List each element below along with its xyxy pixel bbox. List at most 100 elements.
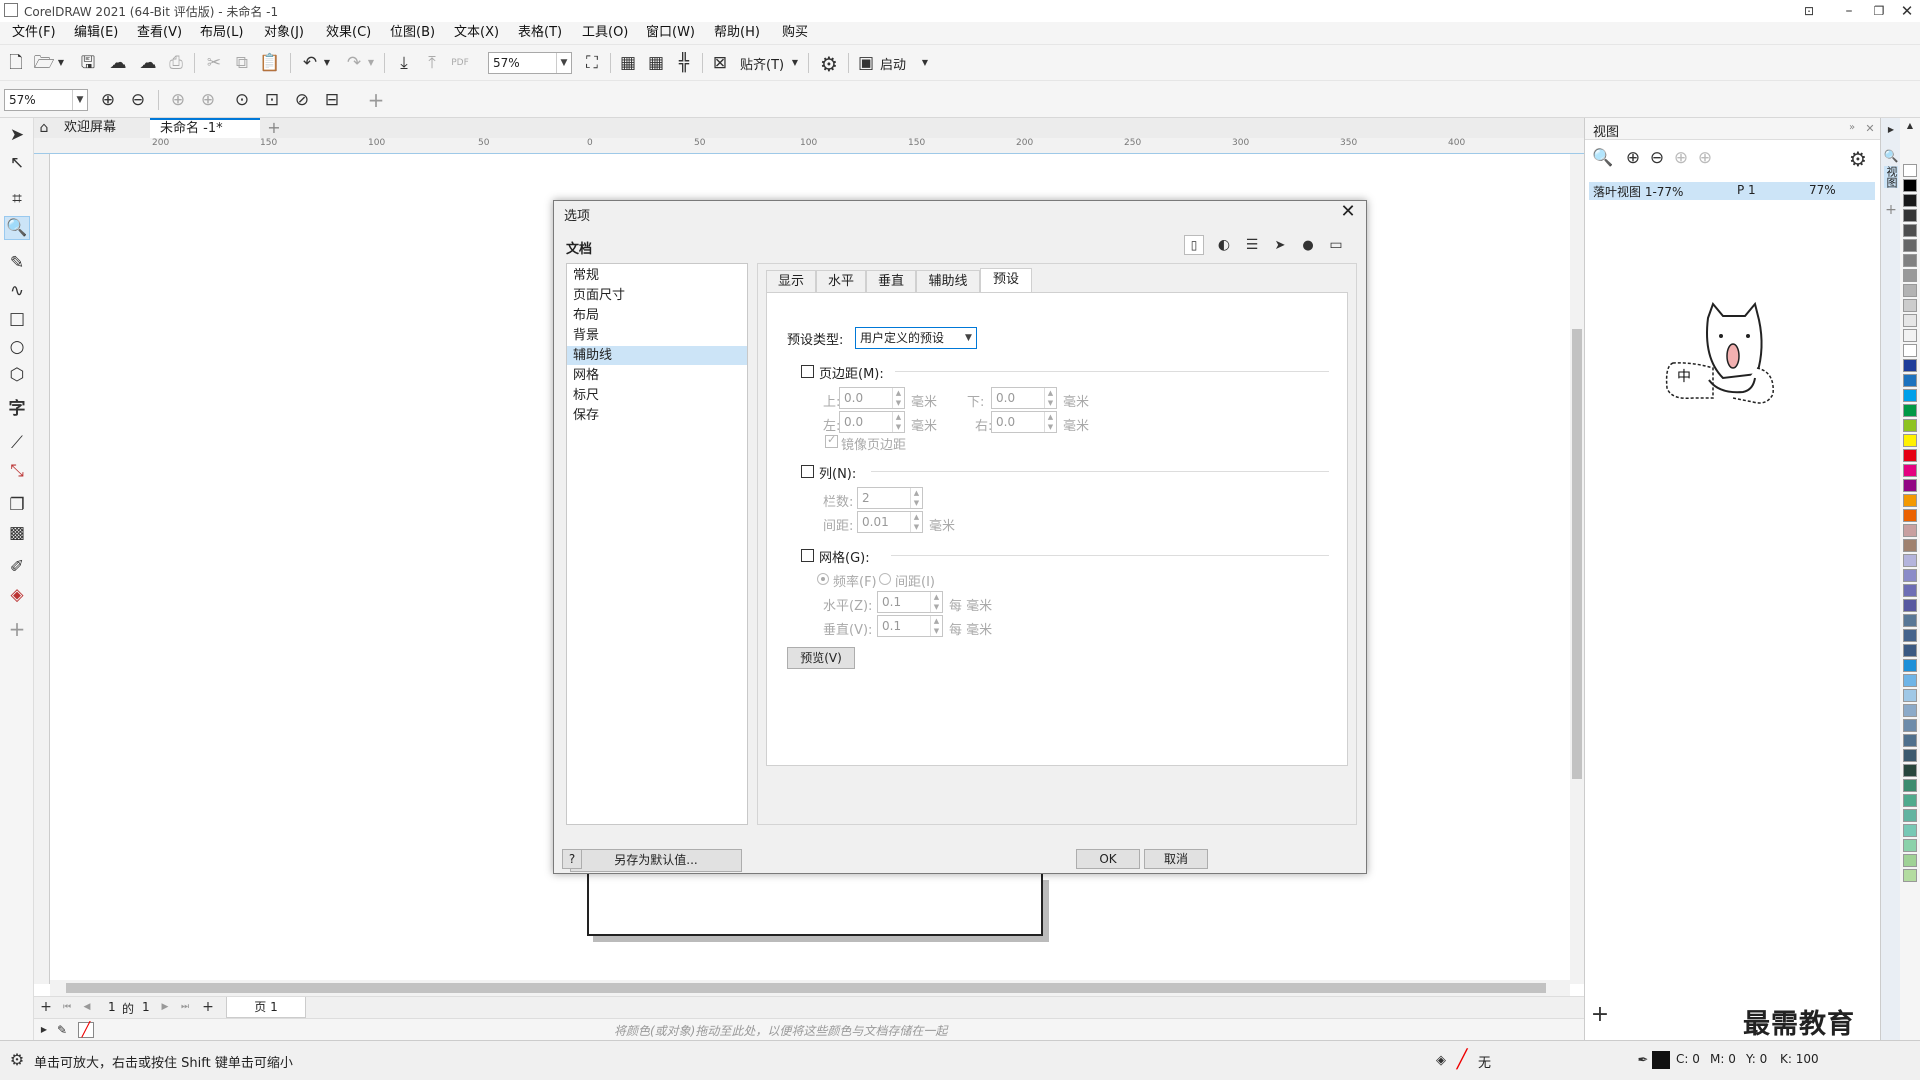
previous-page-icon[interactable]: ◀ [80, 999, 94, 1015]
redo-icon[interactable]: ↷ [344, 53, 364, 73]
cut-icon[interactable]: ✂ [204, 53, 224, 73]
color-swatch[interactable] [1903, 164, 1917, 177]
tree-item-grid[interactable]: 网格 [567, 366, 747, 385]
color-swatch[interactable] [1903, 479, 1917, 492]
publish-pdf-icon[interactable]: PDF [450, 53, 470, 73]
spin-icon[interactable]: ▲ ▼ [910, 488, 922, 508]
show-rulers-icon[interactable]: ▦ [618, 53, 638, 73]
last-page-icon[interactable]: ⏭ [178, 999, 192, 1015]
rectangle-tool-icon[interactable]: □ [6, 308, 28, 330]
no-fill-icon[interactable]: ╱ [1452, 1051, 1472, 1069]
color-swatch[interactable] [1903, 494, 1917, 507]
freehand-tool-icon[interactable]: ✎ [6, 252, 28, 274]
color-swatch[interactable] [1903, 839, 1917, 852]
zoom-in-icon[interactable]: ⊕ [1623, 148, 1643, 168]
color-swatch[interactable] [1903, 269, 1917, 282]
connector-tool-icon[interactable]: ⤡ [6, 460, 28, 482]
snap-to-dropdown[interactable]: 贴齐(T) [740, 54, 784, 73]
zoom-page-height-icon[interactable]: ⊟ [322, 90, 342, 110]
vertical-ruler[interactable] [34, 154, 50, 984]
grid-interval-radio[interactable] [879, 573, 891, 585]
columns-checkbox[interactable] [801, 465, 814, 478]
zoom-out-icon[interactable]: ⊖ [1647, 148, 1667, 168]
redo-dropdown-icon[interactable]: ▼ [366, 53, 376, 73]
fill-bucket-icon[interactable]: ◈ [1432, 1051, 1450, 1069]
color-swatch[interactable] [1903, 344, 1917, 357]
tools-pointer-icon[interactable]: ➤ [1270, 235, 1290, 255]
color-swatch[interactable] [1903, 614, 1917, 627]
color-swatch[interactable] [1903, 629, 1917, 642]
color-swatch[interactable] [1903, 584, 1917, 597]
margin-left-input[interactable]: 0.0 ▲ ▼ [839, 411, 905, 433]
no-color-swatch[interactable]: ╱ [78, 1022, 94, 1038]
tree-item-rulers[interactable]: 标尺 [567, 386, 747, 405]
grid-frequency-radio[interactable] [817, 573, 829, 585]
full-screen-preview-icon[interactable]: ⛶ [582, 53, 602, 73]
tab-welcome-screen[interactable]: 欢迎屏幕 [54, 118, 164, 138]
color-swatch[interactable] [1903, 689, 1917, 702]
color-swatch[interactable] [1903, 794, 1917, 807]
color-swatch[interactable] [1903, 329, 1917, 342]
color-swatch[interactable] [1903, 734, 1917, 747]
show-guidelines-icon[interactable]: ╬ [674, 53, 694, 73]
tab-untitled-document[interactable]: 未命名 -1* [150, 118, 260, 138]
add-page-after-icon[interactable]: + [200, 999, 216, 1015]
spin-icon[interactable]: ▲ ▼ [1044, 412, 1056, 432]
close-window-icon[interactable]: ✕ [1898, 2, 1916, 20]
color-swatch[interactable] [1903, 224, 1917, 237]
menu-tools[interactable]: 工具(O) [580, 24, 630, 42]
color-swatch[interactable] [1903, 719, 1917, 732]
ellipse-tool-icon[interactable]: ○ [6, 336, 28, 358]
crop-tool-icon[interactable]: ⌗ [6, 188, 28, 210]
tree-item-layout[interactable]: 布局 [567, 306, 747, 325]
vertical-scroll-thumb[interactable] [1572, 329, 1582, 779]
copy-icon[interactable]: ⧉ [232, 53, 252, 73]
zoom-all-icon[interactable]: ⊕ [1695, 148, 1715, 168]
tab-display[interactable]: 显示 [766, 270, 816, 292]
menu-help[interactable]: 帮助(H) [712, 24, 762, 42]
color-swatch[interactable] [1903, 854, 1917, 867]
print-icon[interactable]: ⎙ [166, 53, 186, 73]
launch-icon[interactable]: ▣ [856, 53, 876, 73]
drop-shadow-tool-icon[interactable]: ❐ [6, 494, 28, 516]
text-tool-icon[interactable]: 字 [6, 398, 28, 420]
color-swatch[interactable] [1903, 194, 1917, 207]
transparency-tool-icon[interactable]: ▩ [6, 522, 28, 544]
add-docker-icon[interactable]: + [1883, 202, 1899, 218]
add-view-icon[interactable]: + [1589, 1004, 1611, 1026]
artistic-media-tool-icon[interactable]: ∿ [6, 280, 28, 302]
menu-effects[interactable]: 效果(C) [324, 24, 373, 42]
menu-text[interactable]: 文本(X) [452, 24, 501, 42]
save-icon[interactable]: 🖫 [78, 53, 98, 73]
workspace-display-icon[interactable]: ▭ [1326, 235, 1346, 255]
color-swatch[interactable] [1903, 239, 1917, 252]
home-icon[interactable]: ⌂ [34, 118, 54, 138]
zoom-in-icon[interactable]: ⊕ [98, 90, 118, 110]
ok-button[interactable]: OK [1076, 849, 1140, 869]
spin-icon[interactable]: ▲ ▼ [930, 616, 942, 636]
document-page[interactable] [587, 874, 1043, 936]
export-icon[interactable]: ⤒ [422, 53, 442, 73]
color-swatch[interactable] [1903, 464, 1917, 477]
spin-icon[interactable]: ▲ ▼ [1044, 388, 1056, 408]
color-swatch[interactable] [1903, 209, 1917, 222]
color-swatch[interactable] [1903, 419, 1917, 432]
color-swatch[interactable] [1903, 389, 1917, 402]
palette-expand-icon[interactable]: ▶ [38, 1022, 50, 1038]
grid-checkbox[interactable] [801, 549, 814, 562]
restore-panel-icon[interactable]: ⊡ [1800, 2, 1818, 20]
help-button[interactable]: ? [562, 849, 582, 869]
margin-right-input[interactable]: 0.0 ▲ ▼ [991, 411, 1057, 433]
mirror-margins-checkbox[interactable] [825, 433, 838, 448]
docker-tab-view[interactable]: 视图 [1884, 166, 1898, 188]
zoom-selected-icon[interactable]: ⊕ [168, 90, 188, 110]
horizontal-scroll-thumb[interactable] [66, 983, 1546, 993]
add-tool-icon[interactable]: + [6, 618, 28, 640]
cloud-upload-icon[interactable]: ☁ [138, 53, 158, 73]
color-swatch[interactable] [1903, 869, 1917, 882]
color-swatch[interactable] [1903, 284, 1917, 297]
grid-vertical-input[interactable]: 0.1 ▲ ▼ [877, 615, 943, 637]
color-swatch[interactable] [1903, 254, 1917, 267]
color-swatch[interactable] [1903, 569, 1917, 582]
new-document-icon[interactable]: 🗋 [6, 53, 26, 73]
